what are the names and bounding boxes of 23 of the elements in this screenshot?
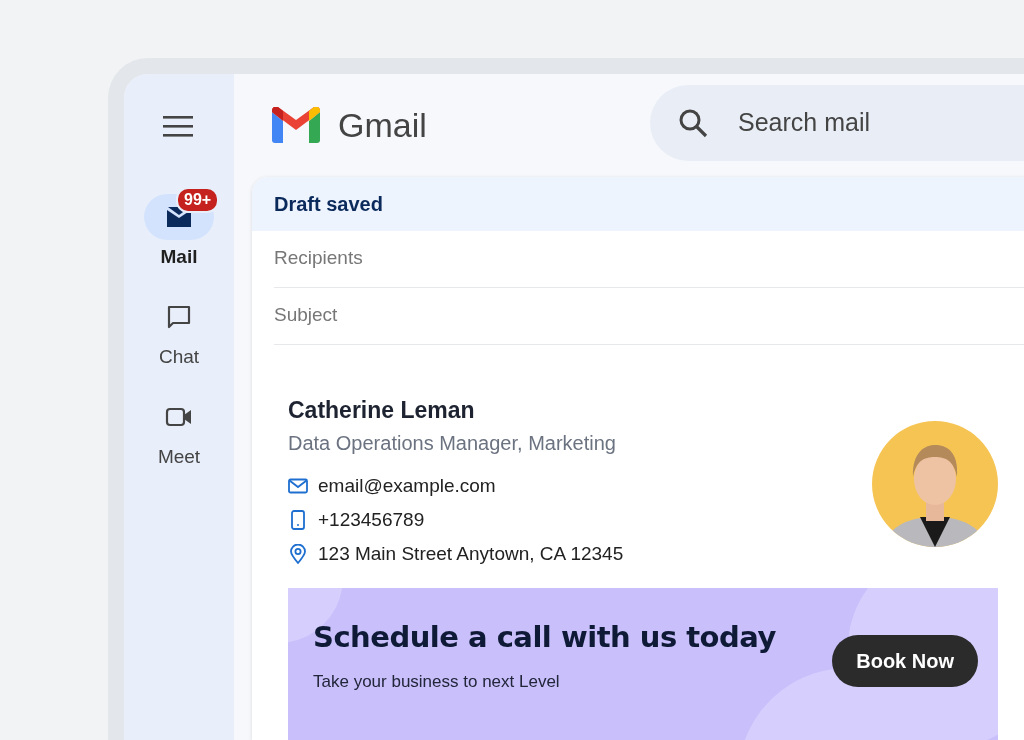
envelope-icon xyxy=(288,478,308,494)
banner-headline: Schedule a call with us today xyxy=(313,620,776,654)
search-field[interactable]: Search mail xyxy=(650,84,1024,161)
chat-icon xyxy=(166,304,192,330)
compose-title: Draft saved xyxy=(274,192,383,216)
contact-text: 123 Main Street Anytown, CA 12345 xyxy=(318,543,624,565)
nav-label[interactable]: Chat xyxy=(158,346,200,368)
menu-icon[interactable] xyxy=(163,114,195,138)
book-now-button[interactable]: Book Now xyxy=(832,635,978,687)
nav-label[interactable]: Meet xyxy=(157,446,201,468)
search-icon[interactable] xyxy=(678,107,708,138)
job-title: Data Operations Manager, Marketing xyxy=(288,432,617,455)
m-logo-icon xyxy=(272,107,320,144)
phone-icon xyxy=(291,510,305,530)
contact-text: email@example.com xyxy=(318,475,496,497)
contact-text: +123456789 xyxy=(318,509,425,531)
video-camera-icon xyxy=(165,406,193,428)
nav-label[interactable]: Mail xyxy=(160,246,198,268)
location-pin-icon xyxy=(290,544,306,564)
unread-count-badge: 99+ xyxy=(176,187,220,213)
banner-subline: Take your business to next Level xyxy=(313,672,561,692)
app-name: Gmail xyxy=(338,106,427,145)
signature-name: Catherine Leman xyxy=(288,397,476,424)
